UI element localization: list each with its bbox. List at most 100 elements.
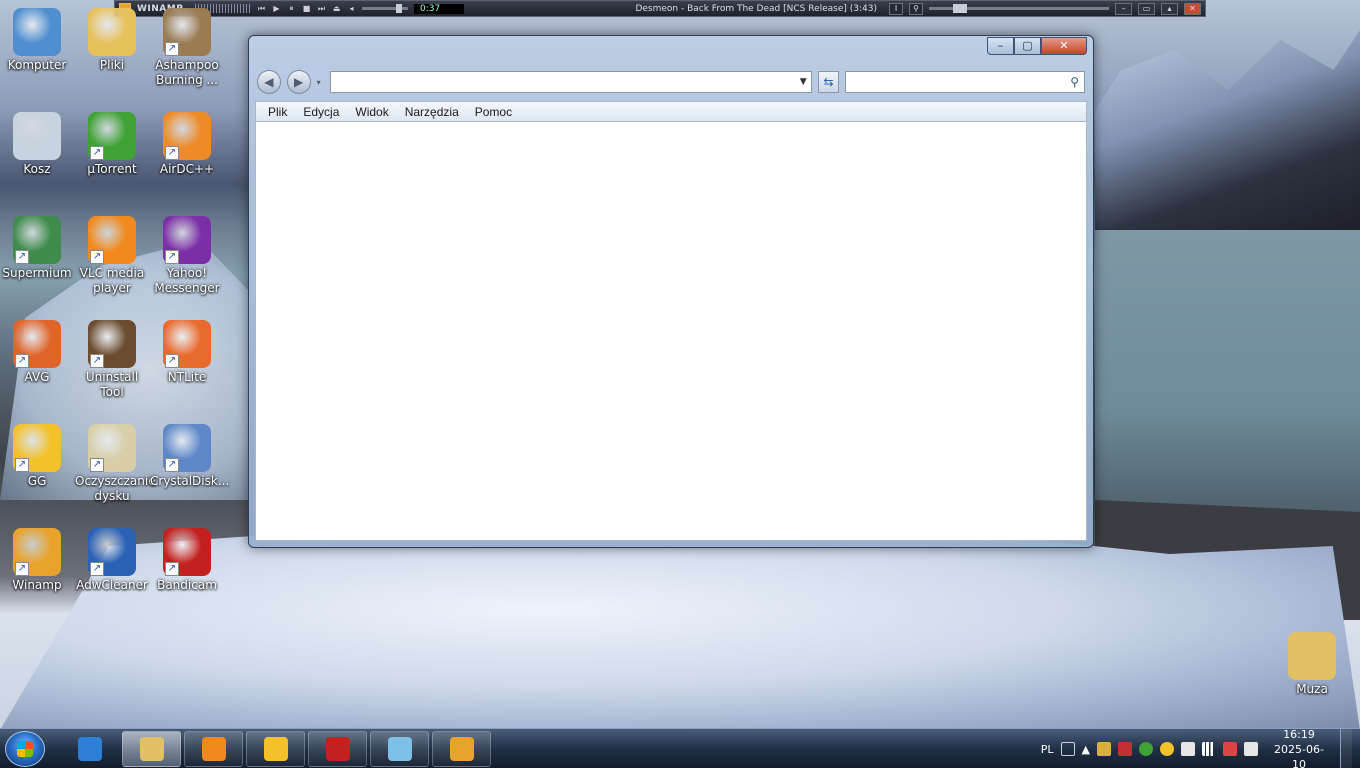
desktop-icon-label: Muza: [1296, 682, 1328, 696]
forward-button-icon[interactable]: ▶: [286, 70, 311, 94]
content-pane[interactable]: [255, 122, 1087, 541]
taskbar-button[interactable]: [432, 731, 491, 767]
desktop-icon-label: µTorrent: [87, 162, 137, 176]
desktop-icon[interactable]: ↗ GG: [0, 424, 74, 489]
desktop-icon-label: Winamp: [12, 578, 62, 592]
volume-icon: ◂: [349, 4, 354, 13]
media-player-icon: [201, 737, 226, 761]
winamp-search-button[interactable]: ⚲: [909, 2, 923, 15]
search-icon[interactable]: ⚲: [1070, 75, 1079, 89]
internet-explorer-icon: [77, 737, 102, 761]
address-dropdown-icon[interactable]: ▼: [800, 77, 807, 87]
desktop-icon-label: Komputer: [7, 58, 67, 72]
show-hidden-icons-icon[interactable]: ▲: [1082, 743, 1090, 756]
pause-icon[interactable]: ⏸: [287, 4, 296, 13]
taskbar-button[interactable]: [308, 731, 367, 767]
winamp-window[interactable]: WINAMP ⏮ ▶ ⏸ ■ ⏭ ⏏ ◂ 0:37 Desmeon - Back…: [114, 0, 1206, 17]
taskbar-button[interactable]: [60, 731, 119, 767]
show-desktop-button[interactable]: [1340, 729, 1352, 768]
address-bar[interactable]: ▼: [330, 71, 812, 93]
prev-track-icon[interactable]: ⏮: [257, 4, 266, 13]
desktop-icon[interactable]: ↗ NTLite: [150, 320, 224, 385]
eject-icon[interactable]: ⏏: [332, 4, 341, 13]
taskbar-button[interactable]: [122, 731, 181, 767]
ashampoo-icon: ↗: [163, 8, 211, 56]
desktop-icon[interactable]: Kosz: [0, 112, 74, 177]
utorrent-icon: ↗: [88, 112, 136, 160]
tray-utorrent-icon[interactable]: [1139, 742, 1153, 756]
gg-icon: [263, 737, 288, 761]
taskbar-button[interactable]: [184, 731, 243, 767]
desktop-icon[interactable]: ↗ Yahoo! Messenger: [150, 216, 224, 296]
action-center-flag-icon[interactable]: [1181, 742, 1195, 756]
tray-app-icon[interactable]: [1097, 742, 1111, 756]
desktop-icon[interactable]: Pliki: [75, 8, 149, 73]
menu-help[interactable]: Pomoc: [467, 105, 520, 119]
taskbar-button[interactable]: [246, 731, 305, 767]
minimize-icon[interactable]: –: [987, 37, 1014, 55]
desktop-icon-label: Ashampoo Burning ...: [155, 58, 219, 87]
taskbar: PL ▲ 16:19 2025-06-10: [0, 728, 1360, 768]
search-input[interactable]: ⚲: [845, 71, 1086, 93]
language-indicator[interactable]: PL: [1041, 743, 1054, 756]
winamp-seek-bar[interactable]: [929, 4, 1109, 13]
desktop-icon-label: Bandicam: [157, 578, 217, 592]
menu-file[interactable]: Plik: [260, 105, 295, 119]
desktop-icon-label: NTLite: [167, 370, 207, 384]
desktop-icon-label: AdwCleaner: [76, 578, 148, 592]
keyboard-icon[interactable]: [1060, 742, 1075, 756]
desktop-icon[interactable]: ↗ Uninstall Tool: [75, 320, 149, 400]
menu-tools[interactable]: Narzędzia: [397, 105, 467, 119]
desktop-icon[interactable]: ↗ AVG: [0, 320, 74, 385]
winamp-minimize-icon[interactable]: –: [1115, 2, 1132, 15]
ntlite-icon: ↗: [163, 320, 211, 368]
winamp-maximize-icon[interactable]: ▴: [1161, 2, 1178, 15]
desktop-icon-muza[interactable]: Muza: [1275, 632, 1349, 697]
wallpaper-rocks: [1095, 500, 1360, 620]
maximize-icon[interactable]: ▢: [1014, 37, 1041, 55]
winamp-info-button[interactable]: I: [889, 2, 903, 15]
supermium-icon: ↗: [13, 216, 61, 264]
tray-gg-icon[interactable]: [1160, 742, 1174, 756]
explorer-window[interactable]: – ▢ ✕ ◀ ▶ ▾ ▼ ⇆ ⚲ Plik Edycja Widok Narz…: [248, 35, 1094, 548]
taskbar-button[interactable]: [370, 731, 429, 767]
next-track-icon[interactable]: ⏭: [317, 4, 326, 13]
desktop-icon[interactable]: ↗ AirDC++: [150, 112, 224, 177]
network-icon[interactable]: [1202, 742, 1216, 756]
tray-error-icon[interactable]: [1118, 742, 1132, 756]
start-button[interactable]: [5, 731, 45, 767]
shortcut-arrow-icon: ↗: [90, 354, 104, 368]
winamp-song-title: Desmeon - Back From The Dead [NCS Releas…: [635, 3, 877, 14]
menu-edit[interactable]: Edycja: [295, 105, 347, 119]
desktop-icon[interactable]: ↗ AdwCleaner: [75, 528, 149, 593]
winamp-shade-icon[interactable]: ▭: [1138, 2, 1155, 15]
winamp-close-icon[interactable]: ✕: [1184, 2, 1201, 15]
recent-pages-dropdown-icon[interactable]: ▾: [317, 78, 325, 87]
shortcut-arrow-icon: ↗: [90, 250, 104, 264]
stop-icon[interactable]: ■: [302, 4, 311, 13]
desktop-icon[interactable]: ↗ CrystalDisk...: [150, 424, 229, 489]
clock[interactable]: 16:19 2025-06-10: [1271, 727, 1327, 768]
desktop-icon[interactable]: ↗ Ashampoo Burning ...: [150, 8, 224, 88]
desktop-icon[interactable]: ↗ Oczyszczanie dysku: [75, 424, 156, 504]
system-tray: PL ▲ 16:19 2025-06-10: [1041, 727, 1360, 768]
desktop-icon[interactable]: ↗ Winamp: [0, 528, 74, 593]
desktop-icon[interactable]: ↗ µTorrent: [75, 112, 149, 177]
computer-icon: [13, 8, 61, 56]
desktop-icon[interactable]: ↗ VLC media player: [75, 216, 149, 296]
desktop-icon-label: Oczyszczanie dysku: [75, 474, 156, 503]
close-icon[interactable]: ✕: [1041, 37, 1087, 55]
window-controls: – ▢ ✕: [987, 37, 1087, 55]
play-icon[interactable]: ▶: [272, 4, 281, 13]
speaker-icon[interactable]: [1244, 742, 1258, 756]
desktop-icon[interactable]: ↗ Bandicam: [150, 528, 224, 593]
shortcut-arrow-icon: ↗: [165, 354, 179, 368]
refresh-icon[interactable]: ⇆: [817, 71, 840, 93]
desktop-icon[interactable]: Komputer: [0, 8, 74, 73]
menu-view[interactable]: Widok: [347, 105, 396, 119]
desktop-icon[interactable]: ↗ Supermium: [0, 216, 74, 281]
usb-device-icon[interactable]: [1223, 742, 1237, 756]
back-button-icon[interactable]: ◀: [257, 70, 281, 94]
winamp-icon: ↗: [13, 528, 61, 576]
winamp-volume-slider[interactable]: [362, 4, 408, 13]
